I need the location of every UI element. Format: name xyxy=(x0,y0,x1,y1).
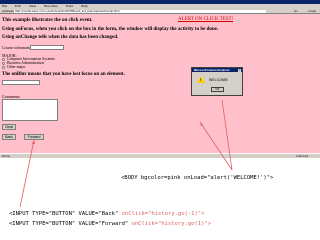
annotation-arrows xyxy=(19,99,233,208)
code-line-back-a: <INPUT TYPE="BUTTON" VALUE="Back" xyxy=(9,211,122,217)
code-line-back-b: onClick="history.go(-1)"> xyxy=(121,211,205,217)
code-line-forward-a: <INPUT TYPE="BUTTON" VALUE="Forward" xyxy=(9,221,132,227)
arrow-to-buttons xyxy=(19,139,35,208)
code-line-back: <INPUT TYPE="BUTTON" VALUE="Back" onClic… xyxy=(9,211,204,217)
code-line-forward: <INPUT TYPE="BUTTON" VALUE="Forward" onC… xyxy=(9,221,211,227)
arrow-to-dialog xyxy=(221,99,233,171)
code-line-forward-b: onClick="history.go(1)"> xyxy=(131,221,212,227)
arrow-to-pink-body xyxy=(199,121,233,171)
body-tag-annotation: <BODY bgcolor=pink onLoad="alert('WELCOM… xyxy=(121,175,274,181)
